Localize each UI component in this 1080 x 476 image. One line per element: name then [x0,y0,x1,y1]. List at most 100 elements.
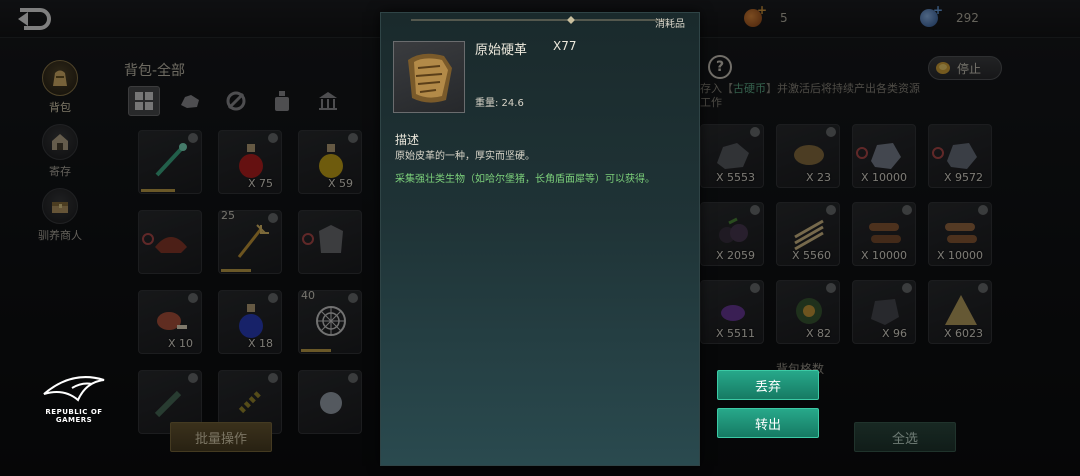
item-quantity: X 23 [805,171,831,184]
stop-button[interactable]: 停止 [928,56,1002,80]
note-line2: 工作 [700,96,722,109]
bag-icon [42,60,78,96]
rog-line2: GAMERS [55,416,93,424]
inventory-slot[interactable] [138,130,202,194]
item-detail-panel: 消耗品 原始硬革 X77 重量: 24.6 描述 原始皮革的一种，厚实而坚硬。 … [380,12,700,466]
game-inventory-screen: + 5 + 292 背包 寄存 驯养商人 背包-全部 X 75 X 59 25 … [0,0,1080,476]
nav-storage[interactable]: 寄存 [30,124,90,184]
log-icon [869,223,901,243]
nav-storage-label: 寄存 [49,165,71,178]
back-arrow-icon[interactable] [14,6,54,32]
item-quantity: X 10 [167,337,193,350]
item-quantity: X 59 [327,177,353,190]
saddle-icon [155,237,187,253]
trident-icon [237,224,269,258]
production-note: 存入【古硬币】并激活后将持续产出各类资源 工作 [700,82,920,110]
item-weight: 重量: 24.6 [475,98,524,109]
nav-merchant-label: 驯养商人 [38,229,82,242]
inventory-slot[interactable]: 40 [298,289,362,354]
rog-branding: REPUBLIC OF GAMERS [38,374,110,434]
batch-operation-button[interactable]: 批量操作 [170,422,272,452]
ore-icon [181,95,199,108]
tab-potion[interactable] [266,86,298,116]
copper-coin-icon: + [744,3,767,27]
item-description: 原始皮革的一种，厚实而坚硬。 [395,151,535,162]
nav-bag-label: 背包 [49,101,71,114]
note-suffix: 】并激活后将持续产出各类资源 [766,82,920,95]
inventory-slot[interactable]: X 2059 [700,202,764,266]
inventory-slot[interactable]: X 9572 [928,124,992,188]
inventory-slot[interactable]: 25 [218,209,282,274]
item-quantity: X 75 [247,177,273,190]
tab-equipment[interactable] [220,86,252,116]
inventory-slot[interactable]: X 5560 [776,202,840,266]
tab-building[interactable] [312,86,344,116]
log-icon [945,223,977,243]
inventory-slot[interactable]: X 10000 [852,124,916,188]
inventory-slot[interactable]: X 96 [852,280,916,344]
potion-bottle-icon [275,91,289,111]
armor-icon [319,225,343,253]
stone-icon [871,143,901,169]
gem-currency: + 292 [920,3,979,28]
item-quantity: X 96 [881,327,907,340]
tab-all[interactable] [128,86,160,116]
note-highlight: 古硬币 [733,82,766,95]
fur-icon [320,392,342,414]
inventory-slot[interactable]: X 5511 [700,280,764,344]
inventory-slot[interactable]: X 75 [218,130,282,194]
inventory-slot[interactable]: X 18 [218,290,282,354]
inventory-slot[interactable] [298,210,362,274]
metal-scrap-icon [871,299,899,325]
coin-stack-icon [936,62,950,74]
item-quantity: X 82 [805,327,831,340]
item-quantity: X 5560 [791,249,831,262]
inventory-slot[interactable]: X 10 [138,290,202,354]
tab-ore[interactable] [174,86,206,116]
item-quantity: X 9572 [943,171,983,184]
fiber-icon [794,219,824,251]
blue-potion-icon [239,304,263,338]
select-all-button[interactable]: 全选 [854,422,956,452]
nav-merchant[interactable]: 驯养商人 [30,188,90,248]
meat-icon [157,312,187,330]
inventory-slot[interactable]: X 82 [776,280,840,344]
club-icon [154,390,182,418]
iron-ore-icon [947,143,977,169]
green-staff-icon [155,143,187,177]
nav-bag[interactable]: 背包 [30,60,90,120]
copper-value: 5 [780,11,788,25]
merchant-chest-icon [42,188,78,224]
description-header: 描述 [395,133,420,147]
equipment-icon [226,91,246,111]
inventory-slot[interactable] [138,210,202,274]
item-icon-frame [393,41,465,113]
inventory-slot[interactable] [298,370,362,434]
amulet-icon [796,298,822,324]
straw-icon [945,295,977,325]
inventory-slot[interactable]: X 10000 [852,202,916,266]
inventory-slot[interactable]: X 5553 [700,124,764,188]
help-icon[interactable]: ? [708,55,732,79]
storehouse-icon [42,124,78,160]
purple-crystal-icon [721,305,745,321]
discard-button[interactable]: 丢弃 [717,370,819,400]
inventory-slot[interactable]: X 23 [776,124,840,188]
stop-label: 停止 [957,61,982,76]
rog-eye-logo-icon [43,376,105,402]
inventory-slot[interactable]: X 6023 [928,280,992,344]
inventory-slot[interactable]: X 59 [298,130,362,194]
item-category-tag: 消耗品 [655,19,685,30]
item-source: 采集强壮类生物（如哈尔堡猪，长角盾面犀等）可以获得。 [395,174,655,185]
item-quantity: X 5511 [715,327,755,340]
inventory-slot[interactable]: X 10000 [928,202,992,266]
note-prefix: 存入【 [700,82,733,95]
bag-title: 背包-全部 [124,63,186,79]
copper-currency: + 5 [744,3,788,28]
transfer-button[interactable]: 转出 [717,408,819,438]
yellow-potion-icon [319,144,343,178]
rog-line1: REPUBLIC OF [45,408,103,416]
item-count: X77 [553,39,577,53]
hide-icon [794,145,824,165]
item-name: 原始硬革 [475,43,528,58]
